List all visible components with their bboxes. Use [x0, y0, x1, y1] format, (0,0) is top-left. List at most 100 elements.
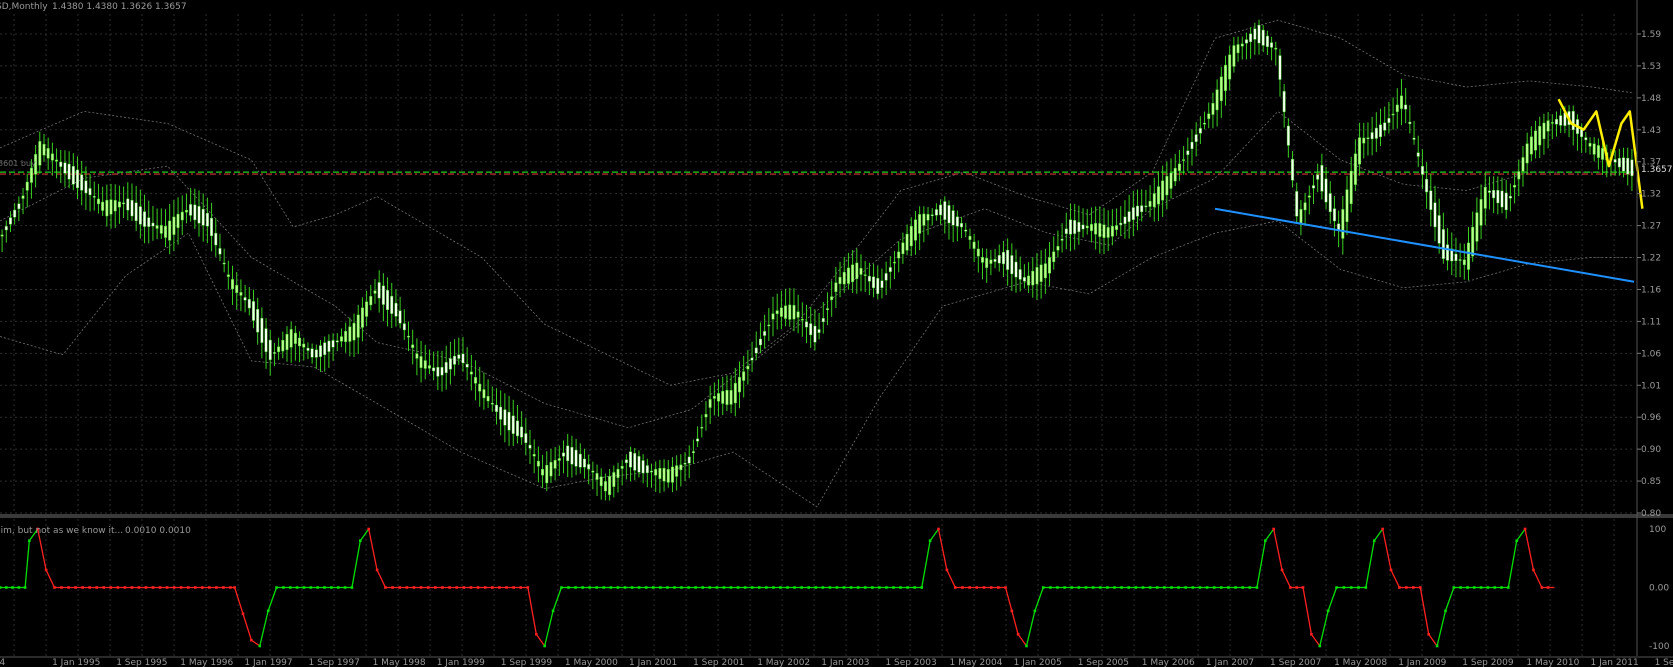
candle-body — [675, 465, 679, 477]
candle-body — [407, 335, 410, 338]
candle-body — [314, 349, 318, 358]
candle-body — [0, 234, 4, 237]
oscillator-dot — [526, 586, 530, 589]
oscillator-dot — [151, 586, 155, 589]
oscillator-dot — [828, 586, 832, 589]
oscillator-dot — [17, 586, 21, 589]
candle-body — [340, 336, 343, 342]
candle-body — [1324, 178, 1328, 203]
candle-body — [1257, 24, 1261, 44]
oscillator-dot — [736, 586, 740, 589]
candle-body — [553, 459, 557, 469]
candle-body — [1613, 159, 1617, 163]
candle-body — [549, 462, 553, 477]
candle-body — [1487, 190, 1491, 193]
oscillator-segment — [267, 587, 278, 612]
candle-body — [159, 225, 163, 234]
candle-body — [738, 376, 741, 393]
oscillator-dot — [1318, 644, 1322, 648]
candle-body — [461, 353, 465, 364]
candle-body — [59, 161, 63, 167]
oscillator-dot — [968, 586, 971, 589]
oscillator-dot — [1205, 586, 1209, 589]
candle-body — [507, 411, 511, 431]
candle-body — [930, 214, 934, 216]
y-tick-label: 1.22 — [1641, 254, 1661, 264]
candle-body — [134, 202, 138, 222]
chart-canvas[interactable]: 1.591.531.481.431.371.321.271.221.161.11… — [0, 0, 1673, 667]
oscillator-segment — [1444, 587, 1455, 612]
indicator-label: Jim, but not as we know it... — [0, 526, 123, 536]
candle-body — [1140, 205, 1144, 213]
candle-body — [863, 274, 867, 276]
x-tick-label: 1 Sep 1995 — [116, 658, 167, 667]
candle-body — [1496, 189, 1500, 204]
candle-body — [298, 337, 302, 347]
horizontal-levels[interactable] — [0, 171, 1634, 175]
oscillator-dot — [1234, 586, 1237, 589]
candle-body — [63, 162, 67, 174]
oscillator-dot — [1532, 568, 1535, 572]
oscillator-dot — [1500, 586, 1503, 589]
oscillator-dot — [200, 586, 204, 589]
oscillator-dot — [498, 586, 501, 589]
candle-body — [704, 414, 708, 418]
oscillator-segment — [1264, 528, 1275, 542]
oscillator-dot — [1326, 609, 1330, 613]
candle-body — [1157, 186, 1160, 205]
oscillator-dot — [989, 586, 993, 589]
x-tick-label: 1 May 1998 — [373, 658, 426, 667]
candle-body — [13, 209, 17, 218]
candle-body — [1504, 192, 1508, 211]
candle-body — [1588, 143, 1592, 147]
candle-body — [934, 209, 938, 216]
candle-body — [478, 383, 482, 392]
candle-body — [193, 204, 197, 221]
candle-body — [587, 464, 591, 470]
oscillator-segment — [1436, 610, 1447, 647]
candle-body — [256, 309, 260, 333]
indicator-values: 0.0010 0.0010 — [125, 526, 191, 536]
candle-body — [344, 331, 348, 342]
candle-body — [457, 354, 461, 359]
candle-body — [247, 299, 251, 309]
candle-body — [1538, 126, 1542, 146]
oscillator-dot — [1177, 586, 1180, 589]
candle-body — [4, 226, 8, 231]
candle-body — [323, 342, 327, 355]
oscillator-dot — [343, 586, 347, 589]
oscillator-dot — [630, 586, 634, 589]
oscillator — [0, 527, 1555, 648]
oscillator-dot — [937, 527, 940, 531]
oscillator-dot — [1049, 586, 1052, 589]
candle-body — [901, 242, 905, 255]
oscillator-dot — [1063, 586, 1066, 589]
oscillator-dot — [892, 586, 895, 589]
oscillator-dot — [1084, 586, 1088, 589]
oscillator-dot — [1025, 644, 1028, 648]
candle-body — [830, 296, 834, 300]
oscillator-dot — [1106, 586, 1109, 589]
candle-body — [809, 323, 813, 336]
oscillator-dot — [1148, 586, 1152, 589]
oscillator-dot — [1546, 586, 1550, 589]
oscillator-dot — [1349, 586, 1353, 589]
candle-body — [335, 340, 339, 343]
candle-body — [88, 188, 92, 196]
oscillator-dot — [4, 586, 8, 589]
oscillator-dot — [1010, 609, 1014, 613]
drawn-lines[interactable] — [1214, 98, 1644, 283]
lower-band — [0, 220, 1634, 508]
candle-body — [1542, 122, 1546, 139]
oscillator-dot — [102, 586, 106, 589]
candle-body — [235, 285, 239, 293]
candle-body — [1211, 103, 1215, 115]
candle-body — [1052, 251, 1056, 263]
candle-body — [1060, 238, 1064, 241]
oscillator-dot — [375, 568, 379, 572]
candle-body — [1031, 270, 1035, 286]
candle-body — [469, 371, 473, 375]
oscillator-dot — [1372, 539, 1376, 542]
y-tick-label: 1.53 — [1641, 62, 1661, 72]
x-tick-label: 1 Sep 1999 — [501, 658, 553, 667]
